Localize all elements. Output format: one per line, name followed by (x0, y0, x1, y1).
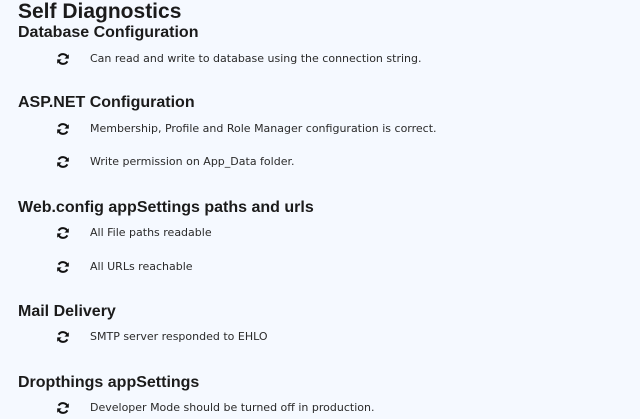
section-title-aspnet-configuration: ASP.NET Configuration (18, 94, 195, 111)
refresh-icon (56, 122, 70, 136)
section-title-webconfig-appsettings: Web.config appSettings paths and urls (18, 199, 314, 216)
section-title-mail-delivery: Mail Delivery (18, 303, 116, 320)
refresh-icon (56, 52, 70, 66)
section-title-dropthings-appsettings: Dropthings appSettings (18, 374, 200, 391)
refresh-icon (56, 401, 70, 415)
check-text: SMTP server responded to EHLO (90, 330, 268, 343)
page-title: Self Diagnostics (18, 0, 182, 23)
section-title-database-configuration: Database Configuration (18, 24, 199, 41)
check-text: All URLs reachable (90, 260, 193, 273)
refresh-icon (56, 226, 70, 240)
self-diagnostics-page: Self Diagnostics Database Configuration … (0, 0, 640, 414)
refresh-icon (56, 330, 70, 344)
check-text: All File paths readable (90, 226, 212, 239)
check-text: Membership, Profile and Role Manager con… (90, 122, 437, 135)
refresh-icon (56, 155, 70, 169)
check-text: Write permission on App_Data folder. (90, 155, 295, 168)
check-text: Can read and write to database using the… (90, 52, 422, 65)
refresh-icon (56, 260, 70, 274)
check-text: Developer Mode should be turned off in p… (90, 401, 375, 414)
